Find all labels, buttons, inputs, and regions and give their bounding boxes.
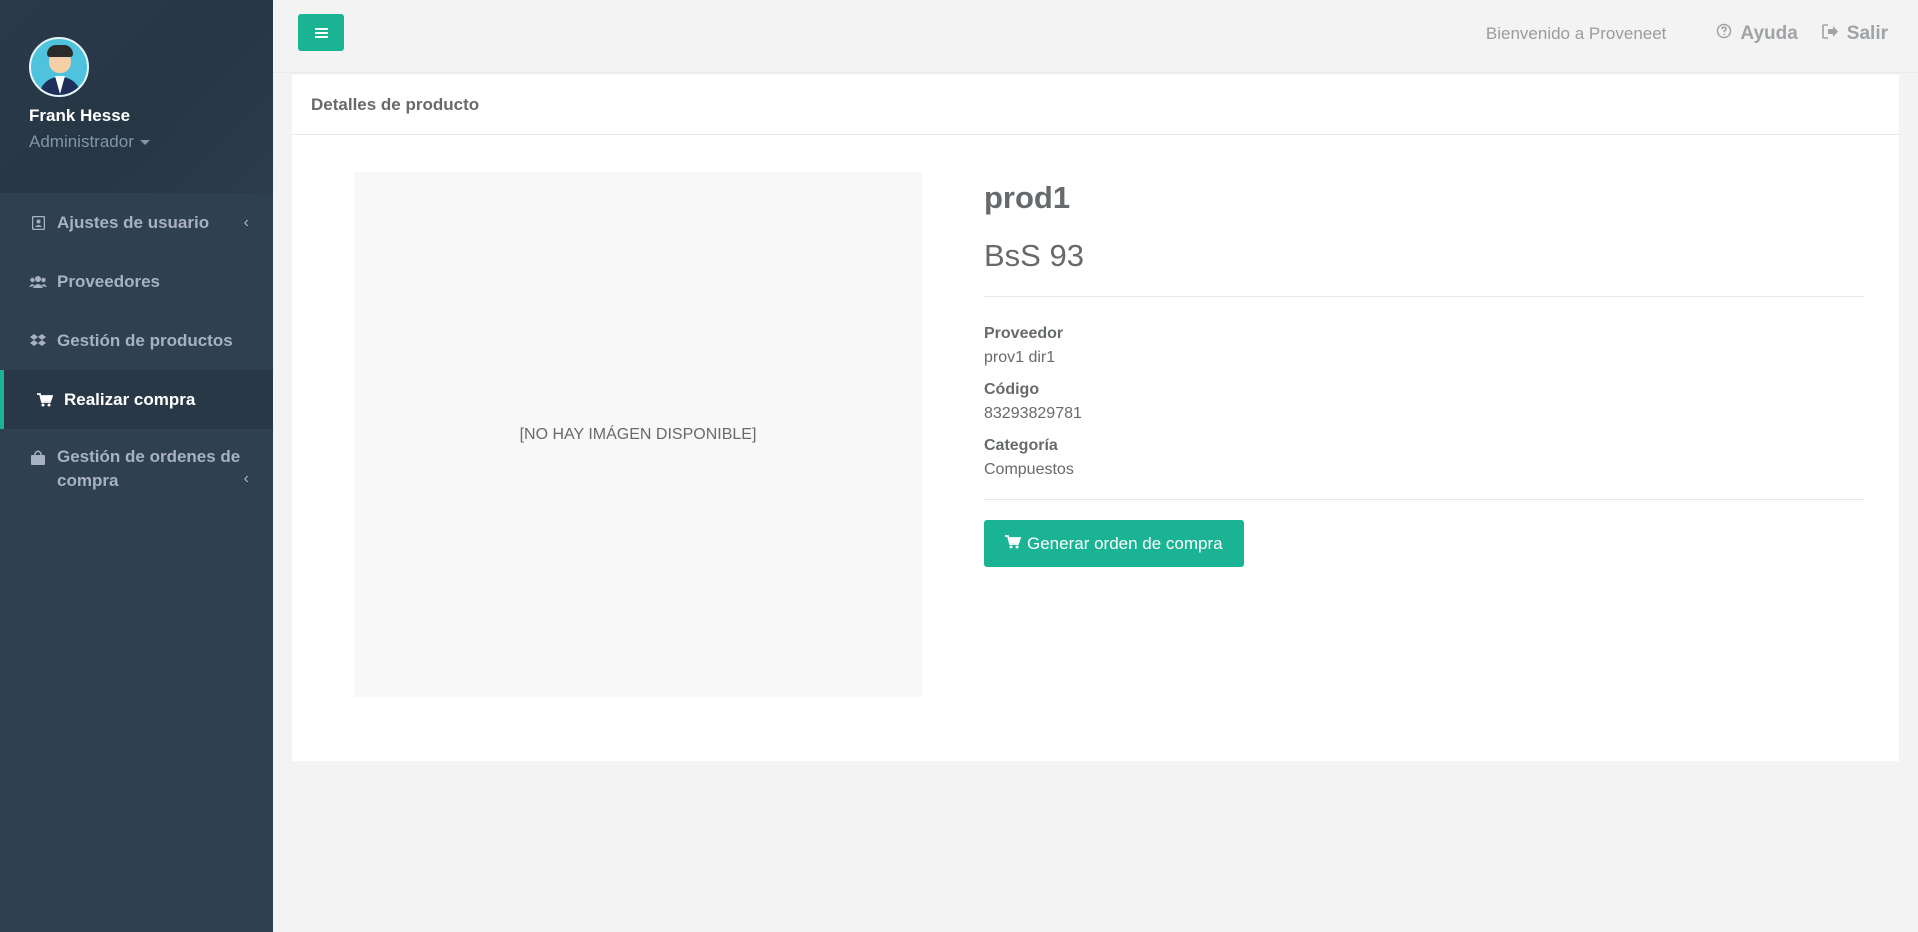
product-info: prod1 BsS 93 Proveedor prov1 dir1 Código… [984, 175, 1864, 567]
sidebar-item-gestion-de-productos[interactable]: Gestión de productos [0, 311, 273, 370]
avatar[interactable] [29, 37, 89, 97]
supplier-field: Proveedor prov1 dir1 [984, 325, 1864, 367]
divider [984, 499, 1864, 500]
welcome-message: Bienvenido a Proveneet [1485, 24, 1667, 43]
code-label: Código [984, 381, 1040, 398]
sidebar-item-label: Gestión de productos [57, 330, 233, 350]
profile-role-dropdown[interactable]: Administrador [29, 132, 273, 152]
product-image-placeholder: [NO HAY IMÁGEN DISPONIBLE] [354, 172, 922, 697]
product-price: BsS 93 [984, 238, 1084, 273]
sign-out-icon [1821, 23, 1839, 45]
generate-purchase-order-button[interactable]: Generar orden de compra [984, 520, 1244, 567]
hamburger-icon [314, 27, 328, 38]
profile-role-label: Administrador [29, 132, 134, 151]
code-value: 83293829781 [984, 405, 1082, 422]
user-card-icon [29, 215, 47, 231]
users-icon [29, 274, 47, 290]
profile-name: Frank Hesse [29, 106, 131, 125]
sidebar: Frank Hesse Administrador Ajustes de usu… [0, 0, 273, 932]
product-details-panel: Detalles de producto [NO HAY IMÁGEN DISP… [292, 75, 1899, 761]
help-link[interactable]: Ayuda [1716, 23, 1798, 45]
sidebar-item-realizar-compra[interactable]: Realizar compra [0, 370, 273, 429]
code-field: Código 83293829781 [984, 381, 1864, 423]
order-button-label: Generar orden de compra [1027, 533, 1223, 553]
product-name: prod1 [984, 180, 1071, 215]
category-value: Compuestos [984, 461, 1074, 478]
chevron-left-icon: ‹ [243, 470, 249, 487]
topbar: Bienvenido a Proveneet Ayuda Salir [273, 0, 1918, 73]
sidebar-item-label: Ajustes de usuario [57, 212, 210, 232]
sidebar-item-label: Gestión de ordenes de compra [57, 447, 241, 490]
question-circle-icon [1716, 23, 1732, 45]
sidebar-item-label: Proveedores [57, 271, 160, 291]
shopping-bag-icon [29, 449, 47, 465]
sidebar-item-ajustes-de-usuario[interactable]: Ajustes de usuario ‹ [0, 193, 273, 252]
sidebar-item-label: Realizar compra [64, 389, 196, 409]
help-label: Ayuda [1740, 23, 1798, 44]
logout-link[interactable]: Salir [1821, 23, 1888, 45]
profile-header: Frank Hesse Administrador [0, 0, 273, 193]
logout-label: Salir [1846, 23, 1888, 44]
supplier-value: prov1 dir1 [984, 349, 1056, 366]
no-image-text: [NO HAY IMÁGEN DISPONIBLE] [519, 425, 757, 443]
shopping-cart-icon [36, 392, 54, 408]
category-field: Categoría Compuestos [984, 437, 1864, 479]
caret-down-icon [139, 139, 150, 145]
sidebar-nav: Ajustes de usuario ‹ Proveedores Gestión… [0, 193, 273, 513]
supplier-label: Proveedor [984, 325, 1064, 342]
dropbox-icon [29, 333, 47, 349]
sidebar-item-proveedores[interactable]: Proveedores [0, 252, 273, 311]
menu-toggle-button[interactable] [298, 14, 344, 51]
shopping-cart-icon [1005, 534, 1022, 554]
panel-title: Detalles de producto [292, 75, 1899, 135]
sidebar-item-gestion-de-ordenes-de-compra[interactable]: Gestión de ordenes de compra ‹ [0, 429, 273, 513]
product-fields: Proveedor prov1 dir1 Código 83293829781 … [984, 297, 1864, 479]
topbar-right: Bienvenido a Proveneet Ayuda Salir [1486, 0, 1888, 68]
chevron-left-icon: ‹ [243, 213, 249, 231]
category-label: Categoría [984, 437, 1058, 454]
